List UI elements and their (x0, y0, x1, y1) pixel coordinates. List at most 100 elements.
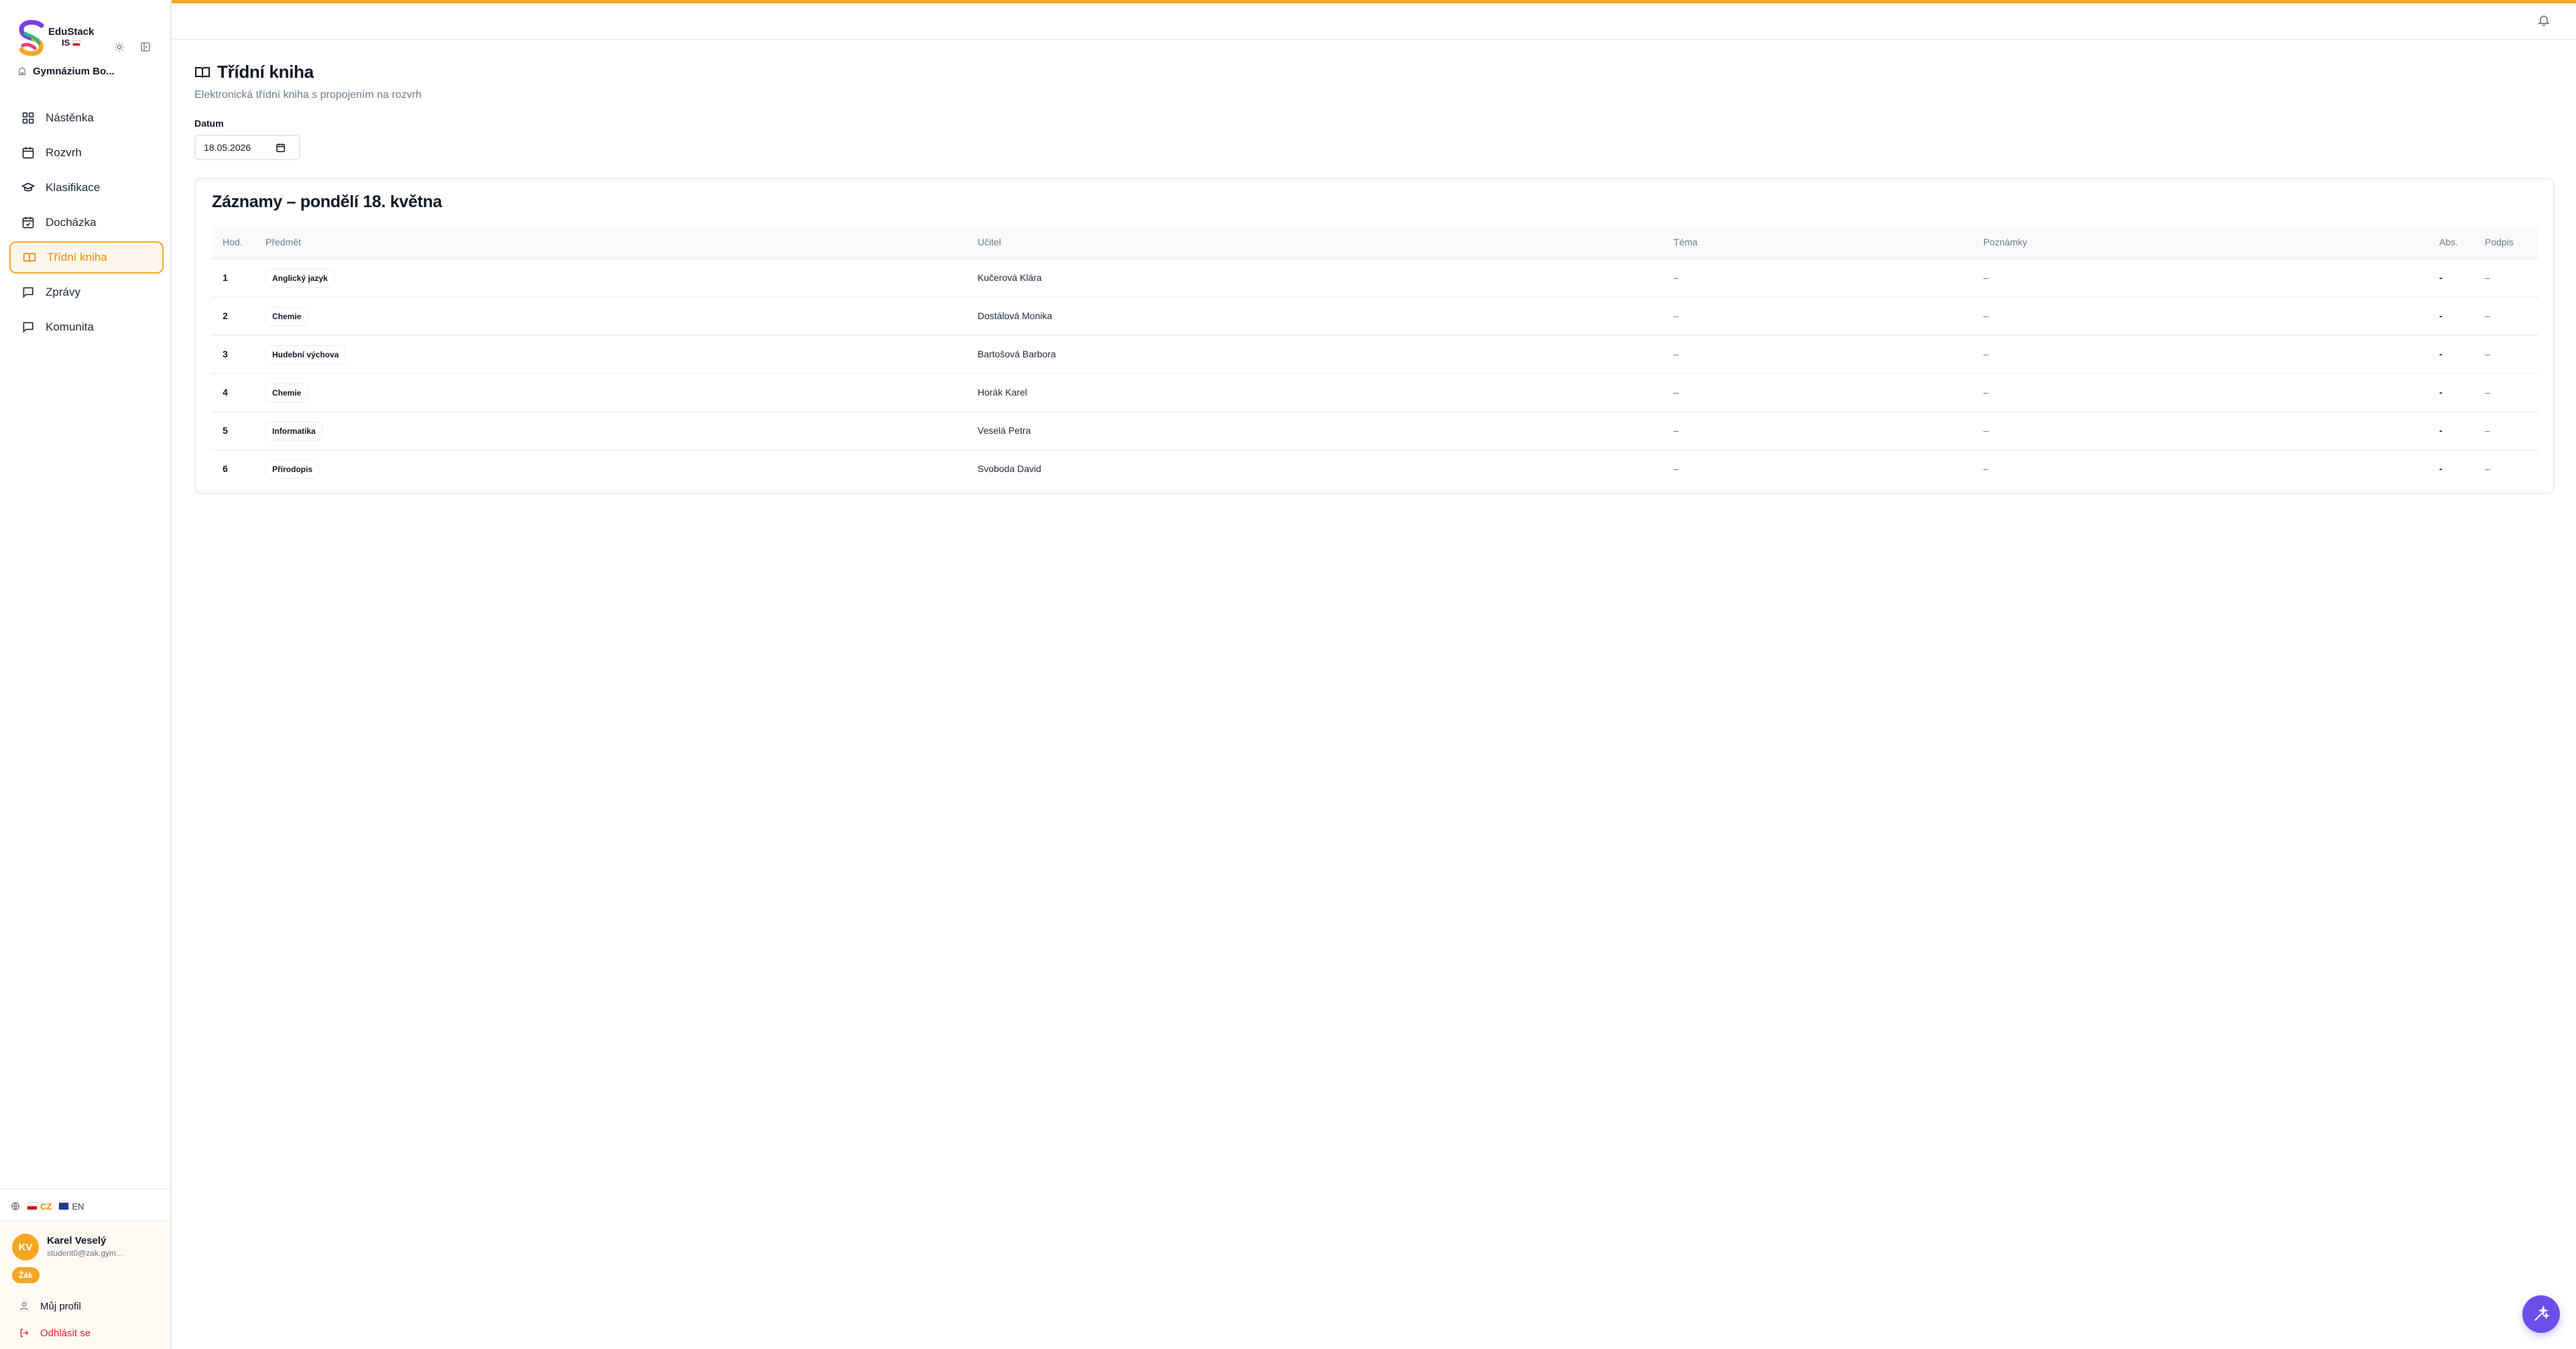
flag-cz-icon (72, 40, 80, 47)
subject-badge: Přírodopis (266, 460, 320, 479)
collapse-sidebar-button[interactable] (139, 40, 152, 54)
building-icon (18, 67, 26, 75)
cell-teacher: Dostálová Monika (978, 310, 1053, 321)
graduation-cap-icon (21, 182, 35, 192)
sidebar-item-komunita[interactable]: Komunita (9, 311, 164, 343)
cell-teacher: Kučerová Klára (978, 272, 1042, 283)
table-row[interactable]: 6 Přírodopis Svoboda David – – - – (212, 451, 2538, 487)
cell-absence: - (2439, 387, 2443, 398)
date-value: 18.05.2026 (204, 142, 251, 153)
cell-hour: 6 (223, 463, 228, 474)
ai-assistant-button[interactable] (2522, 1295, 2560, 1333)
book-open-icon (195, 66, 210, 78)
flag-cz-icon (27, 1202, 38, 1210)
cell-hour: 5 (223, 425, 228, 436)
sidebar-item-label: Rozvrh (46, 146, 82, 159)
page-header: Třídní kniha Elektronická třídní kniha s… (194, 62, 422, 101)
top-bar (172, 0, 2576, 40)
table-row[interactable]: 4 Chemie Horák Karel – – - – (212, 374, 2538, 412)
table-row[interactable]: 5 Informatika Veselá Petra – – - – (212, 412, 2538, 451)
cell-absence: - (2439, 349, 2443, 359)
sidebar-item-label: Komunita (46, 320, 94, 333)
user-panel: KV Karel Veselý student0@zak.gym... Žák … (0, 1222, 170, 1349)
date-input[interactable]: 18.05.2026 (194, 135, 300, 160)
subject-badge: Informatika (266, 422, 323, 441)
sidebar-item-klasifikace[interactable]: Klasifikace (9, 172, 164, 204)
language-cz-button[interactable]: CZ (27, 1201, 52, 1212)
role-badge: Žák (12, 1267, 40, 1283)
cell-hour: 2 (223, 310, 228, 321)
logout-link[interactable]: Odhlásit se (19, 1324, 91, 1342)
sidebar-item-label: Zprávy (46, 286, 80, 298)
cell-signature: – (2485, 310, 2490, 321)
column-header-hour: Hod. (223, 237, 243, 247)
column-header-subject: Předmět (266, 237, 301, 247)
app-suffix: IS (62, 38, 80, 48)
records-card: Záznamy – pondělí 18. května Hod. Předmě… (194, 178, 2555, 494)
cell-subject: Chemie (266, 374, 308, 411)
cell-notes: – (1983, 387, 1989, 398)
logout-label: Odhlásit se (40, 1327, 91, 1339)
language-cz-label: CZ (40, 1201, 52, 1212)
sidebar-item-dochazka[interactable]: Docházka (9, 207, 164, 239)
book-open-icon (23, 253, 36, 262)
subject-badge: Anglický jazyk (266, 269, 335, 288)
theme-toggle[interactable] (113, 40, 126, 54)
cell-notes: – (1983, 425, 1989, 436)
column-header-notes: Poznámky (1983, 237, 2028, 247)
calendar-icon[interactable] (276, 143, 286, 153)
cell-hour: 3 (223, 349, 228, 359)
main-nav: Nástěnka Rozvrh Klasifikace Docházka Tří… (9, 102, 164, 346)
user-email: student0@zak.gym... (47, 1248, 123, 1258)
dashboard-icon (22, 112, 34, 124)
table-row[interactable]: 1 Anglický jazyk Kučerová Klára – – - – (212, 259, 2538, 298)
sidebar-item-label: Docházka (46, 216, 97, 229)
subject-badge: Hudební výchova (266, 345, 346, 365)
page-subtitle: Elektronická třídní kniha s propojením n… (194, 89, 422, 101)
records-table: Hod. Předmět Učitel Téma Poznámky Abs. P… (212, 226, 2538, 487)
sidebar-item-rozvrh[interactable]: Rozvrh (9, 137, 164, 169)
table-row[interactable]: 3 Hudební výchova Bartošová Barbora – – … (212, 336, 2538, 374)
cell-absence: - (2439, 310, 2443, 321)
page-title: Třídní kniha (194, 62, 422, 82)
subject-badge: Chemie (266, 384, 308, 403)
my-profile-link[interactable]: Můj profil (19, 1297, 81, 1315)
edustack-logo-icon (19, 19, 44, 56)
sparkles-icon (2534, 1305, 2550, 1321)
column-header-teacher: Učitel (978, 237, 1002, 247)
calendar-icon (22, 147, 34, 159)
records-title: Záznamy – pondělí 18. května (212, 192, 443, 211)
app-logo[interactable]: EduStack IS (15, 19, 102, 58)
language-en-button[interactable]: EN (58, 1201, 84, 1212)
user-name: Karel Veselý (47, 1235, 107, 1246)
table-row[interactable]: 2 Chemie Dostálová Monika – – - – (212, 298, 2538, 336)
my-profile-label: Můj profil (40, 1300, 81, 1312)
cell-topic: – (1674, 463, 1679, 474)
school-selector[interactable]: Gymnázium Bo... (17, 63, 115, 79)
cell-subject: Hudební výchova (266, 336, 346, 373)
flag-en-icon (58, 1202, 70, 1210)
top-accent-bar (172, 0, 2576, 3)
cell-absence: - (2439, 463, 2443, 474)
cell-hour: 4 (223, 387, 228, 398)
cell-subject: Přírodopis (266, 451, 320, 487)
avatar[interactable]: KV (12, 1234, 39, 1260)
cell-topic: – (1674, 425, 1679, 436)
column-header-absence: Abs. (2439, 237, 2459, 247)
calendar-check-icon (22, 217, 34, 229)
cell-notes: – (1983, 310, 1989, 321)
language-switcher: CZ EN (11, 1197, 84, 1215)
sidebar-item-nastenka[interactable]: Nástěnka (9, 102, 164, 134)
sidebar-item-label: Klasifikace (46, 181, 101, 194)
cell-subject: Chemie (266, 298, 308, 335)
cell-subject: Anglický jazyk (266, 259, 335, 296)
cell-signature: – (2485, 272, 2490, 283)
subject-badge: Chemie (266, 307, 308, 327)
page-title-text: Třídní kniha (217, 62, 314, 82)
message-square-icon (23, 322, 34, 333)
notifications-button[interactable] (2537, 13, 2552, 28)
sidebar-item-zpravy[interactable]: Zprávy (9, 276, 164, 308)
cell-signature: – (2485, 463, 2490, 474)
cell-absence: - (2439, 272, 2443, 283)
sidebar-item-tridni-kniha[interactable]: Třídní kniha (9, 241, 164, 274)
